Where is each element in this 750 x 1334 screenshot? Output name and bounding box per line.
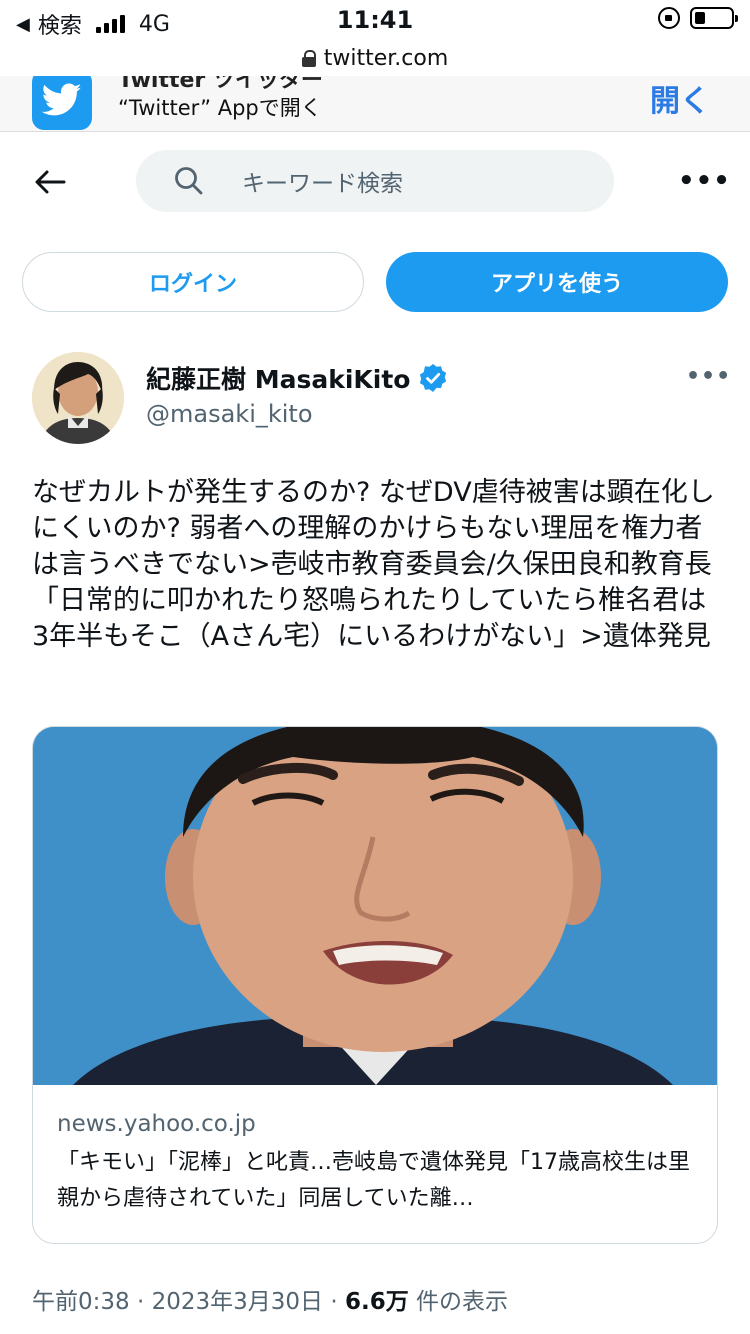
tweet-more-icon[interactable]: ••• [686,364,731,389]
twitter-bird-icon [42,83,82,116]
card-domain: news.yahoo.co.jp [57,1111,256,1137]
banner-subtitle: “Twitter” Appで開く [118,96,322,120]
avatar[interactable] [32,352,124,444]
login-button[interactable]: ログイン [22,252,364,312]
author-name-text[interactable]: 紀藤正樹 MasakiKito [146,360,410,396]
views-label: 件の表示 [416,1289,509,1315]
tweet-time[interactable]: 午前0:38 [32,1289,130,1315]
open-app-link[interactable]: 開く [650,76,710,120]
verified-badge-icon [420,364,447,392]
views-count: 6.6万 [344,1289,409,1315]
back-arrow-icon[interactable] [30,162,70,202]
padlock-icon [301,50,316,67]
more-options-icon[interactable]: ••• [678,166,731,196]
separator-dot: · [136,1289,152,1315]
author-handle[interactable]: @masaki_kito [146,400,313,428]
rotation-lock-icon [658,7,680,29]
twitter-app-icon[interactable] [32,76,92,130]
use-app-button[interactable]: アプリを使う [386,252,728,312]
app-banner[interactable]: Twitter ツイッター “Twitter” Appで開く 開く [0,76,750,132]
status-right [658,7,738,29]
url-text[interactable]: twitter.com [324,46,449,71]
search-placeholder: キーワード検索 [242,171,403,197]
separator-dot: · [330,1289,345,1315]
search-input[interactable]: キーワード検索 [136,150,614,212]
battery-icon [690,7,738,29]
card-image[interactable] [33,727,717,1085]
tweet-text: なぜカルトが発生するのか? なぜDV虐待被害は顕在化しにくいのか? 弱者への理解… [32,477,715,652]
card-title[interactable]: 「キモい」「泥棒」と叱責…壱岐島で遺体発見「17歳高校生は里親から虐待されていた… [57,1145,693,1217]
link-card[interactable]: news.yahoo.co.jp 「キモい」「泥棒」と叱責…壱岐島で遺体発見「1… [32,726,718,1244]
card-meta[interactable]: news.yahoo.co.jp 「キモい」「泥棒」と叱責…壱岐島で遺体発見「1… [57,1111,693,1217]
tweet-timestamp[interactable]: 午前0:38 · 2023年3月30日 · 6.6万 件の表示 [32,1282,508,1316]
status-time: 11:41 [336,6,414,34]
author-name[interactable]: 紀藤正樹 MasakiKito [146,360,448,396]
tweet-date[interactable]: 2023年3月30日 [152,1289,323,1315]
search-icon [175,167,203,195]
status-bar: ◀ 検索 4G 11:41 [0,0,750,40]
url-bar[interactable]: twitter.com [0,40,750,76]
